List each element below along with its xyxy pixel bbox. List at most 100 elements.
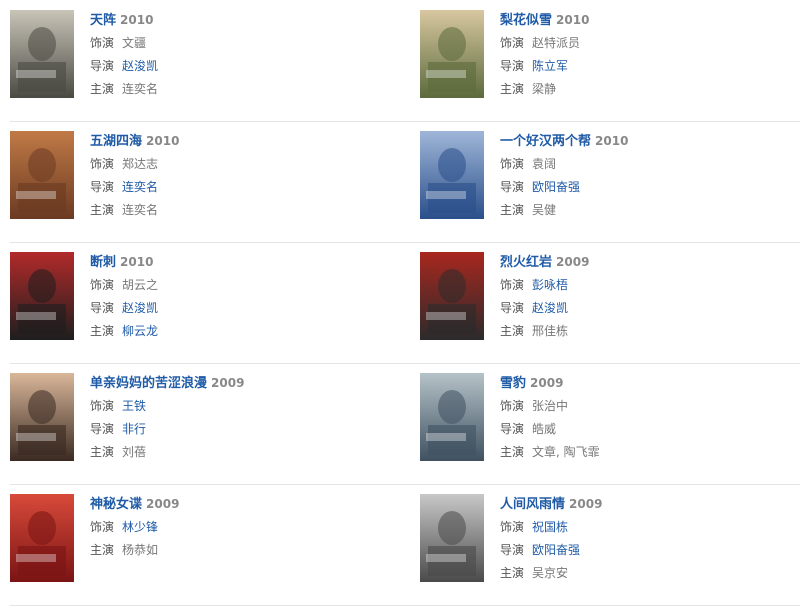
film-item: 人间风雨情 2009 饰演 祝国栋 导演 欧阳奋强 主演 吴京安 — [420, 494, 800, 584]
film-director-line: 导演 欧阳奋强 — [500, 539, 800, 562]
film-year: 2009 — [556, 255, 590, 269]
poster-tianzhen-icon[interactable] — [10, 10, 74, 98]
film-item: 雪豹 2009 饰演 张治中 导演 皓威 主演 文章, 陶飞霏 — [420, 373, 800, 463]
film-info: 五湖四海 2010 饰演 郑达志 导演 连奕名 主演 连奕名 — [90, 131, 390, 222]
film-title-line: 断刺 2010 — [90, 252, 390, 274]
film-star-line: 主演 文章, 陶飞霏 — [500, 441, 800, 464]
film-year: 2010 — [556, 13, 590, 27]
film-star-value: 连奕名 — [122, 82, 159, 96]
film-title-link[interactable]: 断刺 — [90, 255, 116, 270]
film-director-line: 导演 非行 — [90, 418, 390, 441]
film-director-value[interactable]: 欧阳奋强 — [532, 543, 580, 557]
film-star-label: 主演 — [500, 445, 525, 459]
poster-danqinmama-icon[interactable] — [10, 373, 74, 461]
poster-shenminudie-icon[interactable] — [10, 494, 74, 582]
film-director-value[interactable]: 欧阳奋强 — [532, 180, 580, 194]
film-role-value[interactable]: 祝国栋 — [532, 520, 568, 534]
film-star-line: 主演 邢佳栋 — [500, 320, 800, 343]
film-role-label: 饰演 — [500, 520, 525, 534]
film-year: 2009 — [146, 497, 180, 511]
film-star-value: 吴京安 — [532, 566, 569, 580]
film-row: 五湖四海 2010 饰演 郑达志 导演 连奕名 主演 连奕名 一个好汉两个帮 2010 饰演 袁阔 导演… — [10, 121, 800, 243]
film-star-label: 主演 — [90, 445, 115, 459]
film-info: 天阵 2010 饰演 文疆 导演 赵浚凯 主演 连奕名 — [90, 10, 390, 101]
film-item: 梨花似雪 2010 饰演 赵特派员 导演 陈立军 主演 梁静 — [420, 10, 800, 100]
film-director-line: 导演 赵浚凯 — [90, 297, 390, 320]
film-director-value[interactable]: 连奕名 — [122, 180, 158, 194]
film-year: 2010 — [595, 134, 629, 148]
film-title-link[interactable]: 梨花似雪 — [500, 13, 552, 28]
film-info: 梨花似雪 2010 饰演 赵特派员 导演 陈立军 主演 梁静 — [500, 10, 800, 101]
film-year: 2010 — [120, 13, 154, 27]
film-role-value[interactable]: 林少锋 — [122, 520, 158, 534]
film-star-label: 主演 — [90, 324, 115, 338]
film-item: 断刺 2010 饰演 胡云之 导演 赵浚凯 主演 柳云龙 — [10, 252, 390, 342]
film-director-value[interactable]: 赵浚凯 — [122, 301, 158, 315]
film-director-value[interactable]: 赵浚凯 — [122, 59, 158, 73]
film-star-value: 文章, 陶飞霏 — [532, 445, 600, 459]
film-role-value: 张治中 — [532, 399, 569, 413]
film-title-link[interactable]: 人间风雨情 — [500, 497, 565, 512]
film-title-link[interactable]: 天阵 — [90, 13, 116, 28]
film-title-line: 人间风雨情 2009 — [500, 494, 800, 516]
film-star-line: 主演 梁静 — [500, 78, 800, 101]
film-role-label: 饰演 — [90, 157, 115, 171]
film-title-link[interactable]: 五湖四海 — [90, 134, 142, 149]
film-director-line: 导演 赵浚凯 — [90, 55, 390, 78]
film-star-value: 杨恭如 — [122, 543, 159, 557]
poster-renjianfengyu-icon[interactable] — [420, 494, 484, 582]
film-role-label: 饰演 — [90, 278, 115, 292]
film-title-line: 雪豹 2009 — [500, 373, 800, 395]
poster-wuhusihai-icon[interactable] — [10, 131, 74, 219]
film-star-line: 主演 吴京安 — [500, 562, 800, 585]
film-director-label: 导演 — [500, 422, 525, 436]
film-title-line: 一个好汉两个帮 2010 — [500, 131, 800, 153]
poster-yigehaohan-icon[interactable] — [420, 131, 484, 219]
film-star-label: 主演 — [90, 543, 115, 557]
film-star-value[interactable]: 柳云龙 — [122, 324, 158, 338]
film-director-value[interactable]: 赵浚凯 — [532, 301, 568, 315]
film-star-line: 主演 刘蓓 — [90, 441, 390, 464]
film-role-value[interactable]: 王铁 — [122, 399, 146, 413]
film-role-line: 饰演 郑达志 — [90, 153, 390, 176]
film-role-value: 赵特派员 — [532, 36, 581, 50]
film-list: 天阵 2010 饰演 文疆 导演 赵浚凯 主演 连奕名 梨花似雪 2010 饰演 赵特派员 导演 陈立军主… — [0, 0, 810, 612]
film-director-value[interactable]: 陈立军 — [532, 59, 568, 73]
film-info: 烈火红岩 2009 饰演 彭咏梧 导演 赵浚凯 主演 邢佳栋 — [500, 252, 800, 343]
poster-lihuasixue-icon[interactable] — [420, 10, 484, 98]
film-director-line: 导演 赵浚凯 — [500, 297, 800, 320]
film-item: 一个好汉两个帮 2010 饰演 袁阔 导演 欧阳奋强 主演 吴健 — [420, 131, 800, 221]
film-row: 单亲妈妈的苦涩浪漫 2009 饰演 王铁 导演 非行 主演 刘蓓 雪豹 2009 饰演 张治中 导演 皓威… — [10, 363, 800, 485]
film-title-link[interactable]: 一个好汉两个帮 — [500, 134, 591, 149]
film-title-link[interactable]: 神秘女谍 — [90, 497, 142, 512]
film-title-link[interactable]: 雪豹 — [500, 376, 526, 391]
film-director-value[interactable]: 非行 — [122, 422, 146, 436]
film-role-value: 袁阔 — [532, 157, 557, 171]
film-star-label: 主演 — [500, 566, 525, 580]
film-role-line: 饰演 祝国栋 — [500, 516, 800, 539]
film-role-label: 饰演 — [500, 36, 525, 50]
film-star-line: 主演 吴健 — [500, 199, 800, 222]
poster-liehuohongyan-icon[interactable] — [420, 252, 484, 340]
poster-duanci-icon[interactable] — [10, 252, 74, 340]
film-star-label: 主演 — [500, 324, 525, 338]
film-director-line: 导演 欧阳奋强 — [500, 176, 800, 199]
film-star-line: 主演 柳云龙 — [90, 320, 390, 343]
film-item: 烈火红岩 2009 饰演 彭咏梧 导演 赵浚凯 主演 邢佳栋 — [420, 252, 800, 342]
poster-xuebao-icon[interactable] — [420, 373, 484, 461]
film-title-link[interactable]: 单亲妈妈的苦涩浪漫 — [90, 376, 207, 391]
film-item: 五湖四海 2010 饰演 郑达志 导演 连奕名 主演 连奕名 — [10, 131, 390, 221]
film-star-value: 梁静 — [532, 82, 557, 96]
film-star-value: 刘蓓 — [122, 445, 147, 459]
film-row: 神秘女谍 2009 饰演 林少锋 主演 杨恭如 人间风雨情 2009 饰演 祝国栋 导演 欧阳奋强 主演… — [10, 484, 800, 606]
film-item: 单亲妈妈的苦涩浪漫 2009 饰演 王铁 导演 非行 主演 刘蓓 — [10, 373, 390, 463]
film-star-line: 主演 连奕名 — [90, 199, 390, 222]
film-row: 断刺 2010 饰演 胡云之 导演 赵浚凯 主演 柳云龙 烈火红岩 2009 饰演 彭咏梧 导演 赵浚凯主… — [10, 242, 800, 364]
film-role-line: 饰演 赵特派员 — [500, 32, 800, 55]
film-director-label: 导演 — [500, 59, 525, 73]
film-title-link[interactable]: 烈火红岩 — [500, 255, 552, 270]
film-role-line: 饰演 林少锋 — [90, 516, 390, 539]
film-role-value[interactable]: 彭咏梧 — [532, 278, 568, 292]
film-role-line: 饰演 王铁 — [90, 395, 390, 418]
film-info: 雪豹 2009 饰演 张治中 导演 皓威 主演 文章, 陶飞霏 — [500, 373, 800, 464]
